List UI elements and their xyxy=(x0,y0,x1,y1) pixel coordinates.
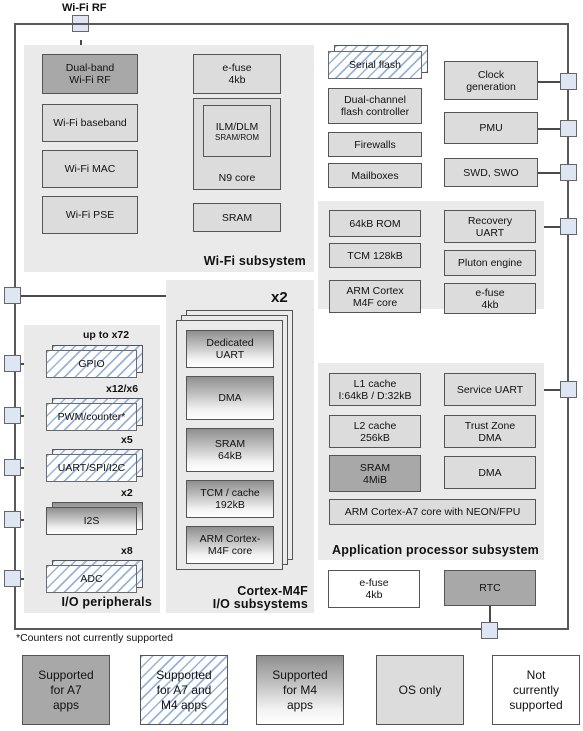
block-ilm-dlm-sublabel: SRAM/ROM xyxy=(215,132,259,142)
pin-right-swd-swo[interactable] xyxy=(560,164,577,181)
block-rtc[interactable]: RTC xyxy=(444,570,536,606)
block-m4f-arm-cortex-m4f-core[interactable]: ARM Cortex- M4F core xyxy=(186,526,274,564)
wifi-subsystem-label: Wi-Fi subsystem xyxy=(203,254,306,268)
block-firewalls[interactable]: Firewalls xyxy=(328,132,422,157)
block-l1-cache[interactable]: L1 cache I:64kB / D:32kB xyxy=(329,373,421,406)
pin-left-i2s[interactable] xyxy=(4,511,21,528)
block-bottom-efuse[interactable]: e-fuse 4kb xyxy=(328,570,420,608)
pin-left-gpio[interactable] xyxy=(4,355,21,372)
block-n9-core-label: N9 core xyxy=(218,172,256,184)
gpio-multiplicity: up to x72 xyxy=(83,329,130,341)
adc-multiplicity: x8 xyxy=(121,545,133,557)
block-m4f-tcm-cache[interactable]: TCM / cache 192kB xyxy=(186,480,274,518)
block-service-uart[interactable]: Service UART xyxy=(444,373,536,406)
block-uart-spi-i2c[interactable]: UART/SPI/I2C xyxy=(46,454,137,482)
block-pluton-tcm-128kb[interactable]: TCM 128kB xyxy=(329,243,421,268)
block-wifi-mac[interactable]: Wi-Fi MAC xyxy=(42,150,138,188)
block-pluton-engine[interactable]: Pluton engine xyxy=(444,250,536,276)
block-dma[interactable]: DMA xyxy=(444,456,536,489)
block-mailboxes[interactable]: Mailboxes xyxy=(328,163,422,188)
block-gpio[interactable]: GPIO xyxy=(46,350,137,378)
application-subsystem-label: Application processor subsystem xyxy=(332,543,539,557)
block-wifi-pse[interactable]: Wi-Fi PSE xyxy=(42,196,138,234)
m4f-multiplicity: x2 xyxy=(271,289,288,306)
block-ilm-dlm[interactable]: ILM/DLM SRAM/ROM xyxy=(203,105,271,157)
block-pluton-efuse[interactable]: e-fuse 4kb xyxy=(444,283,536,314)
legend-item-a7-m4[interactable]: Supported for A7 and M4 apps xyxy=(140,655,228,725)
block-swd-swo[interactable]: SWD, SWO xyxy=(444,158,538,187)
block-pwm-counter[interactable]: PWM/counter* xyxy=(46,403,137,431)
block-a7-sram-4mib[interactable]: SRAM 4MiB xyxy=(329,455,421,492)
block-m4f-sram-64kb[interactable]: SRAM 64kB xyxy=(186,428,274,472)
block-dual-band-wifi-rf[interactable]: Dual-band Wi-Fi RF xyxy=(42,54,138,94)
legend-item-os-only[interactable]: OS only xyxy=(376,655,464,725)
legend: Supported for A7 apps Supported for A7 a… xyxy=(0,655,583,731)
block-serial-flash[interactable]: Serial flash xyxy=(328,51,422,79)
block-ilm-dlm-label: ILM/DLM xyxy=(215,120,259,133)
block-dedicated-uart[interactable]: Dedicated UART xyxy=(186,330,274,368)
block-dual-channel-flash-controller[interactable]: Dual-channel flash controller xyxy=(328,88,422,124)
block-clock-generation[interactable]: Clock generation xyxy=(444,61,538,100)
block-wifi-sram[interactable]: SRAM xyxy=(193,203,281,232)
wifi-rf-pin-label: Wi-Fi RF xyxy=(62,2,107,14)
block-wifi-baseband[interactable]: Wi-Fi baseband xyxy=(42,104,138,142)
pin-right-service-uart[interactable] xyxy=(560,381,577,398)
footnote-text: *Counters not currently supported xyxy=(16,632,174,644)
block-pluton-64kb-rom[interactable]: 64kB ROM xyxy=(329,210,421,237)
pin-right-pmu[interactable] xyxy=(560,120,577,137)
io-peripherals-label: I/O peripherals xyxy=(61,595,152,609)
block-recovery-uart[interactable]: Recovery UART xyxy=(444,210,536,243)
block-trust-zone-dma[interactable]: Trust Zone DMA xyxy=(444,415,536,448)
pin-left-pwm[interactable] xyxy=(4,407,21,424)
pin-left-adc[interactable] xyxy=(4,570,21,587)
block-i2s[interactable]: I2S xyxy=(46,507,137,535)
uart-spi-i2c-multiplicity: x5 xyxy=(121,434,133,446)
pin-bottom-rtc[interactable] xyxy=(481,622,498,639)
pin-left-m4f-uart[interactable] xyxy=(4,287,21,304)
legend-item-not-supported[interactable]: Not currently supported xyxy=(492,655,580,725)
legend-item-m4[interactable]: Supported for M4 apps xyxy=(256,655,344,725)
block-pmu[interactable]: PMU xyxy=(444,112,538,144)
pin-right-clock-generation[interactable] xyxy=(560,73,577,90)
block-m4f-dma[interactable]: DMA xyxy=(186,376,274,420)
block-arm-cortex-a7-core[interactable]: ARM Cortex-A7 core with NEON/FPU xyxy=(329,499,536,525)
m4f-subsystems-label: Cortex-M4F I/O subsystems xyxy=(212,584,308,611)
pwm-multiplicity: x12/x6 xyxy=(106,383,139,395)
pin-right-recovery-uart[interactable] xyxy=(560,218,577,235)
i2s-multiplicity: x2 xyxy=(121,487,133,499)
legend-item-a7[interactable]: Supported for A7 apps xyxy=(22,655,110,725)
pin-left-uart-spi-i2c[interactable] xyxy=(4,459,21,476)
block-l2-cache[interactable]: L2 cache 256kB xyxy=(329,415,421,448)
block-adc[interactable]: ADC xyxy=(46,565,137,593)
block-wifi-efuse[interactable]: e-fuse 4kb xyxy=(193,54,281,94)
block-pluton-arm-cortex-m4f-core[interactable]: ARM Cortex M4F core xyxy=(329,280,421,313)
